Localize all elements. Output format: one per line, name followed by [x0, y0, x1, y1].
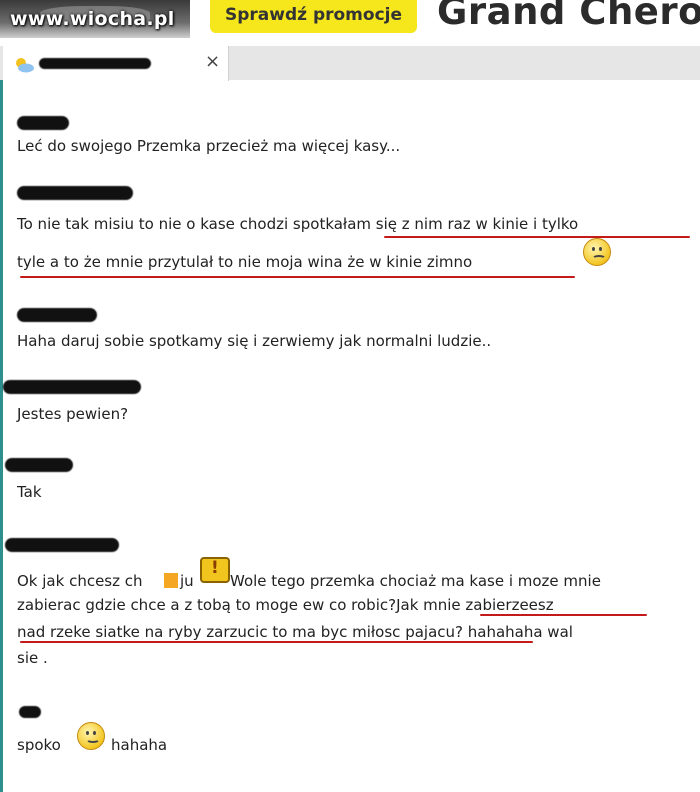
chat-message: Leć do swojego Przemka przecież ma więce… — [17, 137, 401, 155]
chat-message: tyle a to że mnie przytulał to nie moja … — [17, 253, 473, 271]
censor-block — [164, 573, 178, 588]
highlight-underline — [20, 276, 575, 278]
sender-name-redacted — [5, 458, 73, 472]
chat-message: Jestes pewien? — [17, 405, 129, 423]
chat-message: To nie tak misiu to nie o kase chodzi sp… — [17, 215, 579, 233]
sender-name-redacted — [19, 706, 41, 718]
weather-avatar-icon — [16, 58, 34, 73]
chat-message: zabierac gdzie chce a z tobą to moge ew … — [17, 596, 554, 614]
promo-button[interactable]: Sprawdź promocje — [210, 0, 417, 33]
sender-name-redacted — [17, 186, 133, 200]
highlight-underline — [20, 641, 533, 643]
sender-name-redacted — [5, 538, 119, 552]
highlight-underline — [384, 236, 690, 238]
close-icon[interactable]: × — [205, 51, 220, 72]
chat-message: spoko — [17, 736, 61, 754]
sender-name-redacted — [3, 380, 141, 394]
chat-message: hahaha — [111, 736, 168, 754]
smile-emoji-icon — [77, 722, 105, 750]
ad-banner[interactable]: www.wiocha.pl Sprawdź promocje Grand Che… — [0, 0, 700, 46]
site-watermark: www.wiocha.pl — [10, 8, 175, 30]
window-border — [0, 80, 3, 792]
car-model-title: Grand Chero — [437, 0, 700, 33]
warning-emoticon-icon: ! — [200, 557, 230, 583]
chat-message: Wole tego przemka chociaż ma kase i moze… — [230, 572, 601, 590]
chat-message: Tak — [17, 483, 42, 501]
chat-message: Haha daruj sobie spotkamy się i zerwiemy… — [17, 332, 492, 350]
contact-name-redacted — [39, 58, 151, 69]
chat-message: ju — [180, 572, 194, 590]
chat-tab[interactable]: × — [3, 46, 229, 81]
chat-message: sie . — [17, 649, 48, 667]
chat-message: Ok jak chcesz ch — [17, 572, 143, 590]
highlight-underline — [480, 614, 647, 616]
sender-name-redacted — [17, 308, 97, 322]
sender-name-redacted — [17, 116, 69, 130]
sad-emoji-icon — [583, 238, 611, 266]
